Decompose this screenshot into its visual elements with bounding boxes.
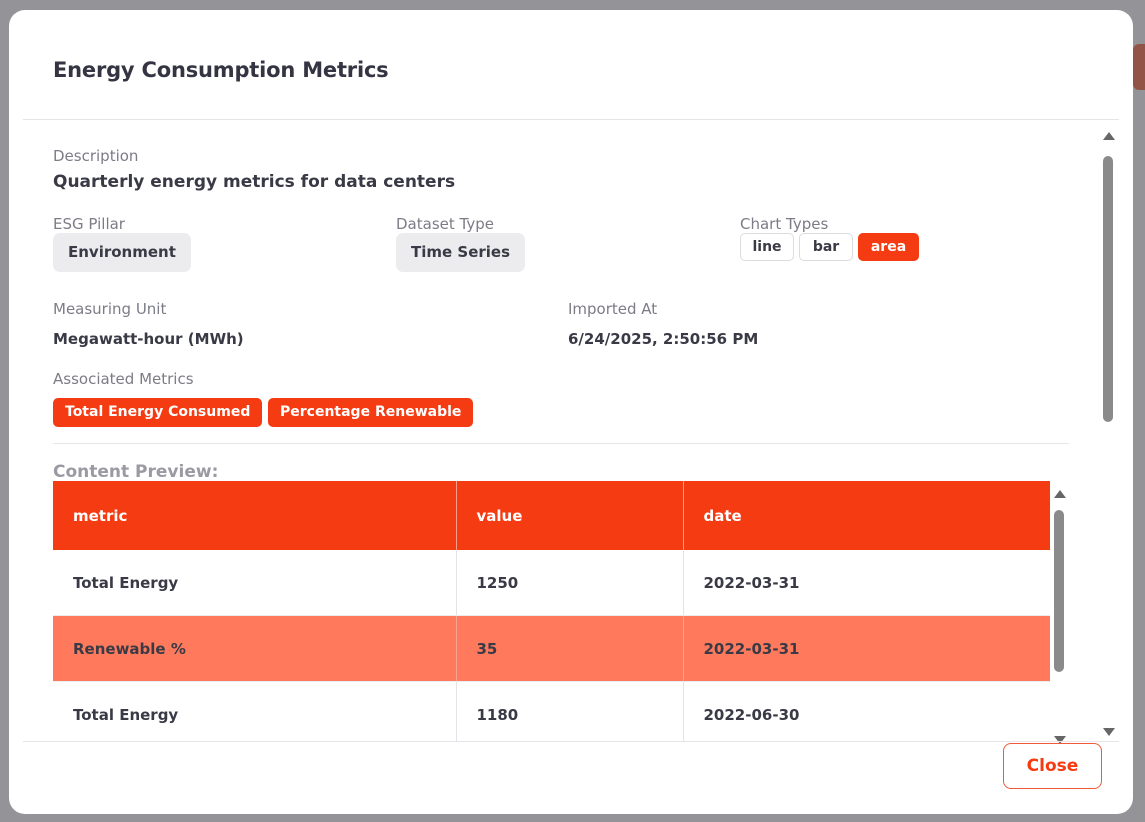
associated-metrics-label: Associated Metrics: [53, 370, 194, 388]
close-button[interactable]: Close: [1003, 743, 1102, 789]
column-header-date[interactable]: date: [683, 481, 1050, 550]
scroll-down-arrow-icon[interactable]: [1103, 728, 1115, 736]
cell-value: 35: [456, 615, 684, 682]
modal-header: Energy Consumption Metrics: [23, 10, 1119, 120]
table-row-highlighted: Renewable % 35 2022-03-31: [53, 615, 1050, 682]
description-label: Description: [53, 147, 139, 165]
cell-value: 1250: [456, 550, 684, 616]
column-header-value[interactable]: value: [456, 481, 684, 550]
cell-metric: Total Energy: [53, 550, 457, 616]
modal-footer-divider: [23, 741, 1119, 742]
imported-at-label: Imported At: [568, 300, 658, 318]
cell-metric: Total Energy: [53, 681, 457, 742]
modal-scrollbar-thumb[interactable]: [1103, 156, 1113, 422]
measuring-unit-label: Measuring Unit: [53, 300, 167, 318]
table-scrollbar-thumb[interactable]: [1054, 510, 1064, 672]
cell-metric: Renewable %: [53, 615, 457, 682]
table-scrollbar[interactable]: [1053, 488, 1067, 746]
description-value: Quarterly energy metrics for data center…: [53, 172, 456, 192]
cell-date: 2022-03-31: [683, 550, 1050, 616]
chart-types-label: Chart Types: [740, 215, 829, 233]
scroll-up-arrow-icon[interactable]: [1103, 132, 1115, 140]
esg-pillar-label: ESG Pillar: [53, 215, 125, 233]
modal-body: Description Quarterly energy metrics for…: [53, 122, 1083, 742]
chart-type-bar-chip: bar: [799, 233, 853, 261]
cell-date: 2022-06-30: [683, 681, 1050, 742]
column-header-metric[interactable]: metric: [53, 481, 457, 550]
table-row: Total Energy 1180 2022-06-30: [53, 681, 1050, 742]
cell-value: 1180: [456, 681, 684, 742]
dataset-type-label: Dataset Type: [396, 215, 494, 233]
dataset-details-modal: Energy Consumption Metrics Description Q…: [9, 10, 1133, 814]
content-preview-label: Content Preview:: [53, 462, 219, 482]
dataset-type-chip: Time Series: [396, 233, 526, 272]
chart-type-area-chip: area: [858, 233, 919, 261]
modal-scrollbar[interactable]: [1102, 130, 1116, 738]
table-header-row: metric value date: [53, 481, 1050, 550]
imported-at-value: 6/24/2025, 2:50:56 PM: [568, 330, 759, 348]
modal-title: Energy Consumption Metrics: [53, 58, 389, 82]
scroll-up-arrow-icon[interactable]: [1054, 490, 1066, 498]
content-preview-table: metric value date Total Energy 1250 2022…: [53, 481, 1050, 742]
metric-chip-percentage-renewable: Percentage Renewable: [268, 398, 474, 427]
metric-chip-total-energy: Total Energy Consumed: [53, 398, 263, 427]
measuring-unit-value: Megawatt-hour (MWh): [53, 330, 244, 348]
table-row: Total Energy 1250 2022-03-31: [53, 550, 1050, 616]
section-divider: [53, 443, 1069, 444]
esg-pillar-chip: Environment: [53, 233, 191, 272]
cell-date: 2022-03-31: [683, 615, 1050, 682]
chart-type-line-chip: line: [740, 233, 794, 261]
